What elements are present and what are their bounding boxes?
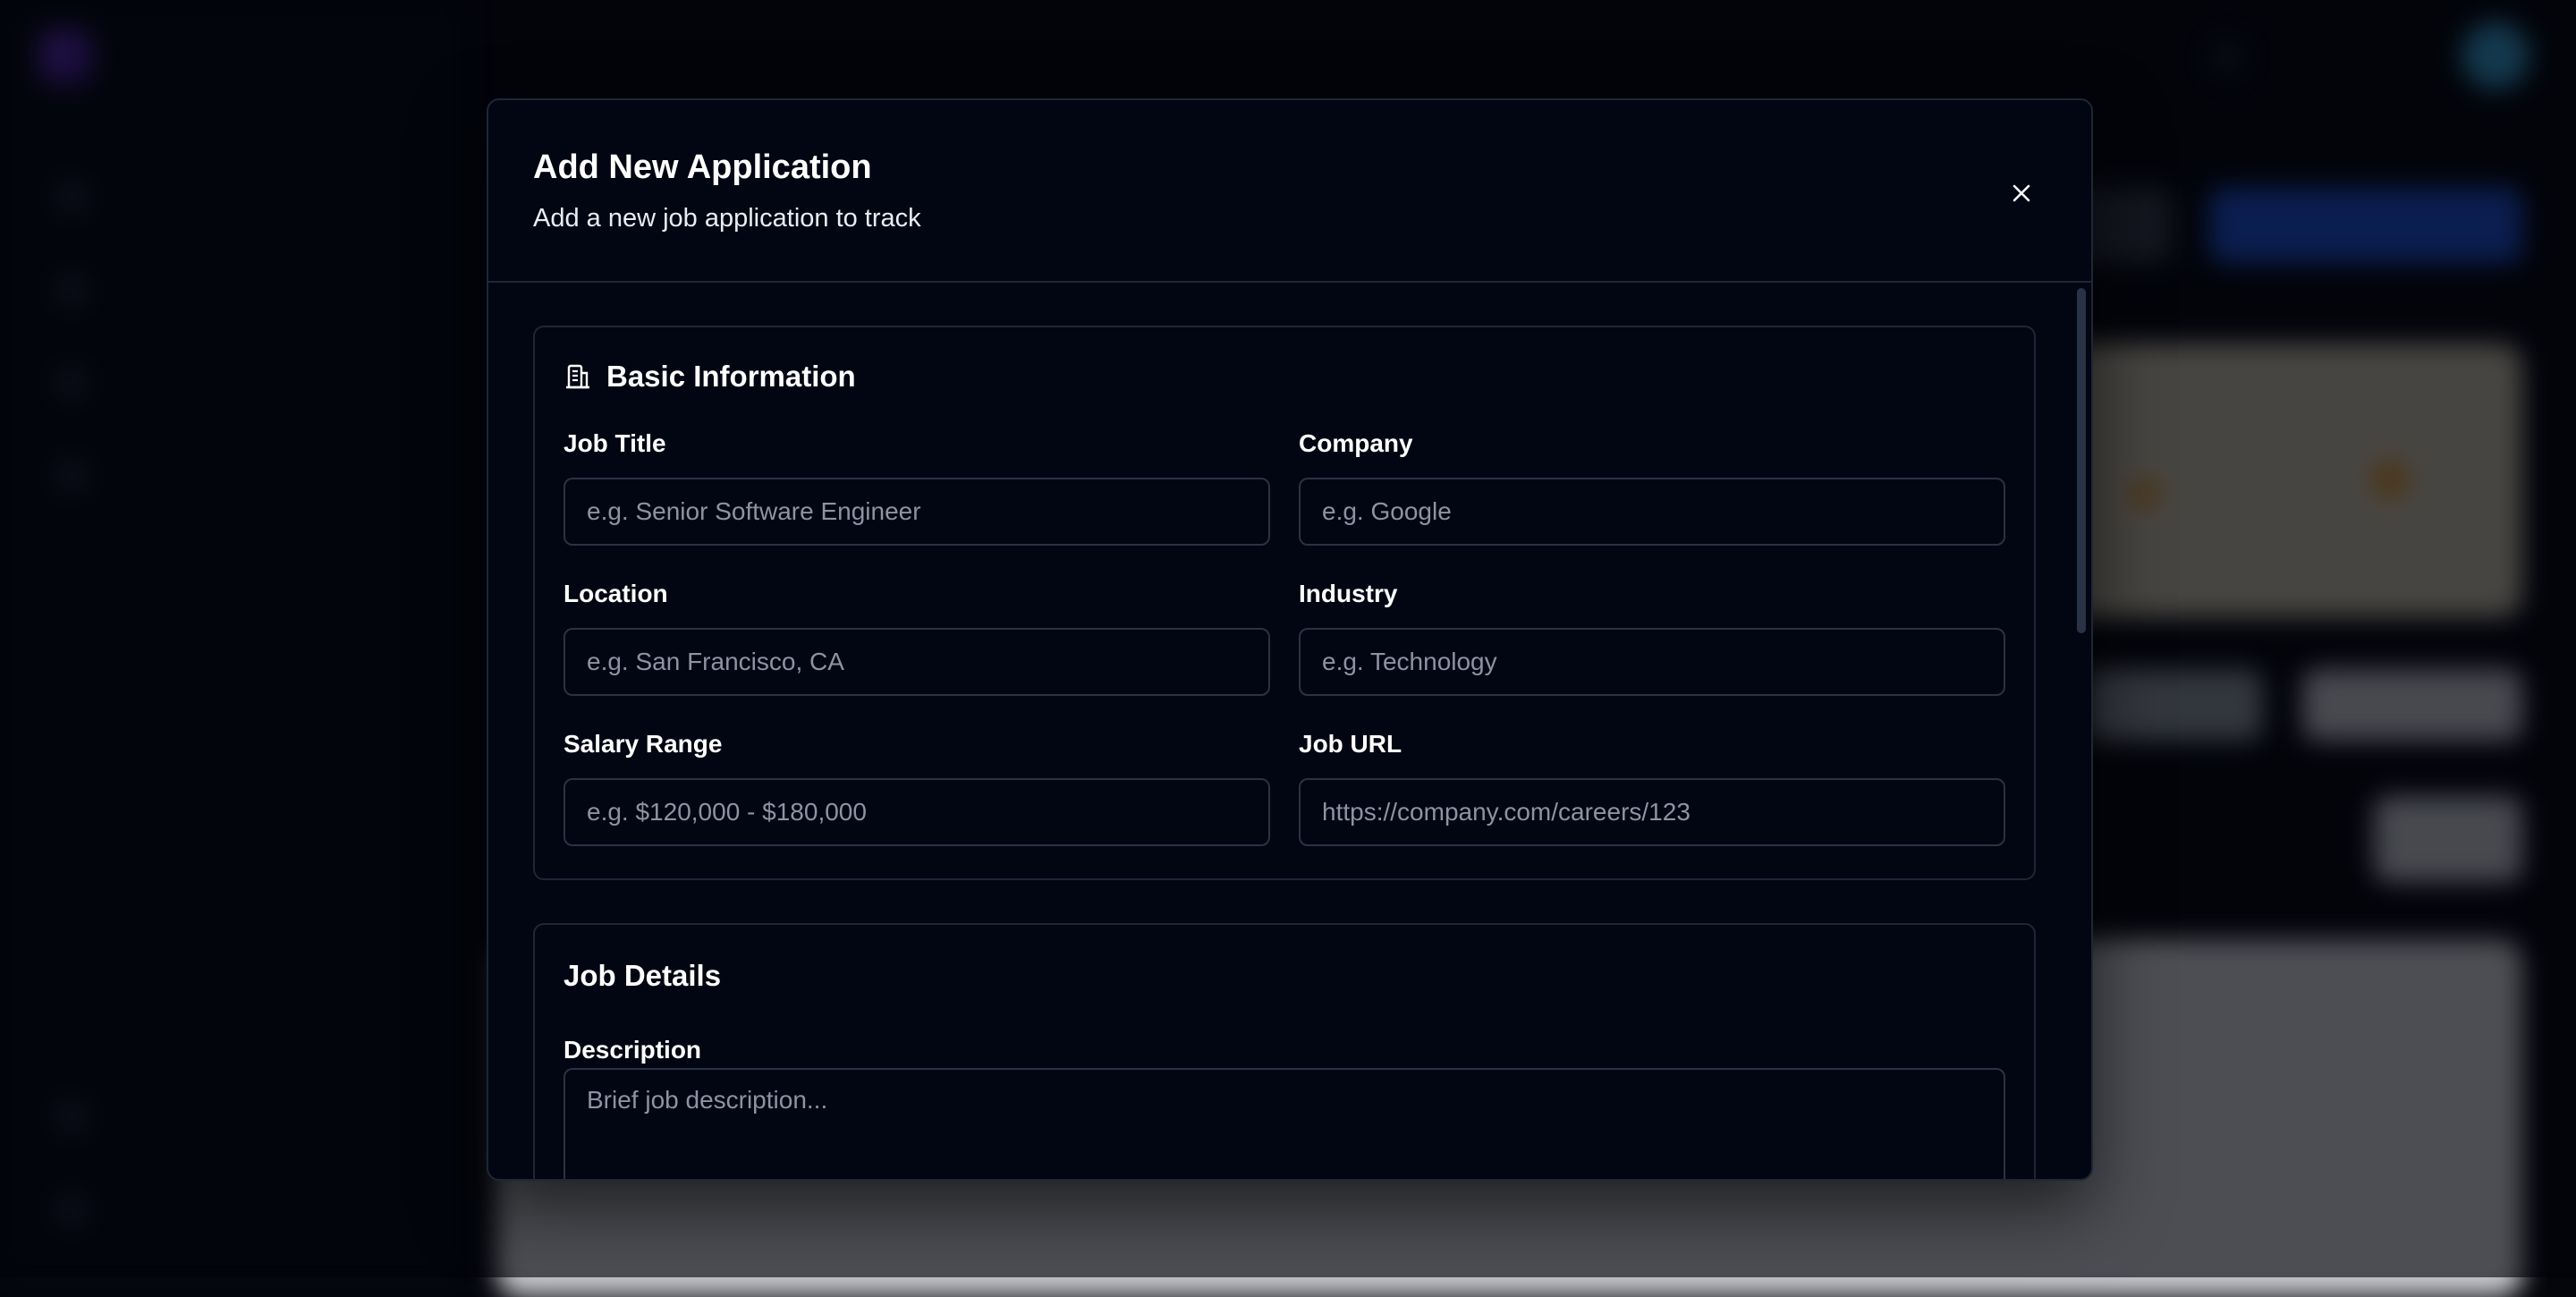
industry-label: Industry: [1299, 580, 1398, 607]
job-title-label: Job Title: [564, 429, 666, 457]
salary-range-label: Salary Range: [564, 730, 723, 758]
job-details-section: Job Details Description: [533, 923, 2036, 1179]
section-title-text: Basic Information: [606, 360, 856, 393]
company-label: Company: [1299, 429, 1413, 457]
add-application-modal: Add New Application Add a new job applic…: [487, 98, 2093, 1181]
location-label: Location: [564, 580, 668, 607]
building-icon: [566, 364, 589, 389]
modal-body[interactable]: Basic Information Job Title Company Loca…: [488, 283, 2091, 1179]
modal-header: Add New Application Add a new job applic…: [488, 100, 2091, 283]
job-title-input[interactable]: [564, 478, 1270, 546]
modal-subtitle: Add a new job application to track: [533, 204, 921, 233]
scrollbar[interactable]: [2077, 288, 2086, 1174]
basic-information-section: Basic Information Job Title Company Loca…: [533, 326, 2036, 880]
job-url-input[interactable]: [1299, 778, 2005, 846]
description-label: Description: [564, 1036, 702, 1064]
description-textarea[interactable]: [564, 1068, 2005, 1179]
company-input[interactable]: [1299, 478, 2005, 546]
modal-title: Add New Application: [533, 148, 872, 186]
job-details-heading: Job Details: [564, 959, 722, 992]
close-icon: [2012, 184, 2030, 202]
location-input[interactable]: [564, 628, 1270, 696]
salary-range-input[interactable]: [564, 778, 1270, 846]
basic-information-heading: Basic Information: [564, 360, 856, 394]
job-url-label: Job URL: [1299, 730, 1402, 758]
industry-input[interactable]: [1299, 628, 2005, 696]
close-button[interactable]: [2002, 174, 2041, 213]
scrollbar-thumb[interactable]: [2077, 288, 2086, 633]
